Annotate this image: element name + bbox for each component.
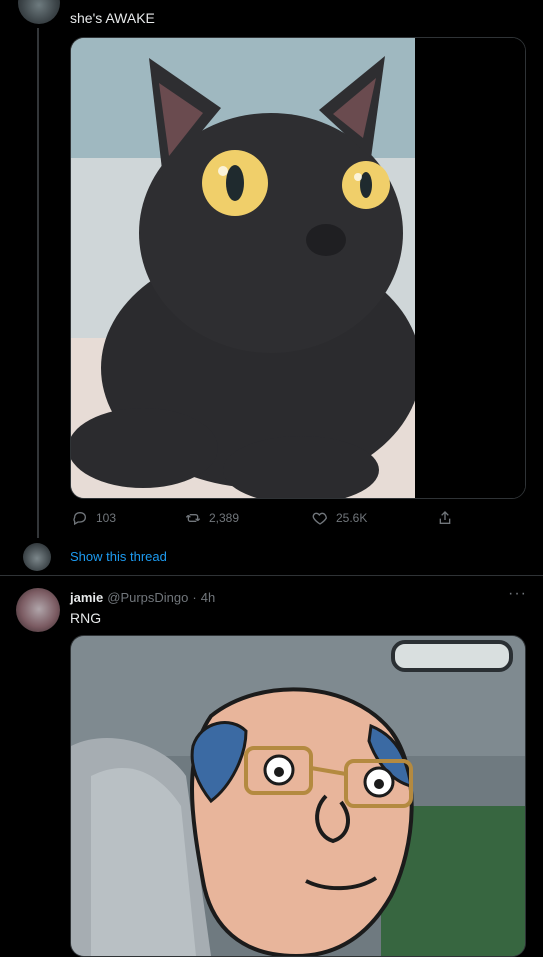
cat-image (71, 38, 525, 498)
like-count: 25.6K (336, 511, 368, 525)
display-name[interactable]: jamie (70, 590, 103, 605)
anime-image (71, 636, 525, 956)
reply-icon (73, 511, 87, 526)
thread-avatar[interactable] (23, 543, 51, 571)
tweet-divider (0, 575, 543, 576)
reply-count: 103 (96, 511, 117, 525)
share-icon (439, 511, 451, 524)
thread-line (37, 28, 39, 538)
tweet2-media[interactable] (70, 635, 526, 957)
tweet1-text: she's AWAKE (70, 10, 155, 26)
reply-action[interactable]: 103 (72, 510, 116, 526)
retweet-action[interactable]: 2,389 (185, 510, 239, 526)
tweet2-header: jamie @PurpsDingo · 4h (70, 590, 215, 605)
tweet1-media[interactable] (70, 37, 526, 499)
like-icon (312, 512, 328, 525)
share-action[interactable] (437, 510, 453, 526)
show-thread-link[interactable]: Show this thread (70, 549, 167, 564)
retweet-count: 2,389 (209, 511, 240, 525)
handle[interactable]: @PurpsDingo (107, 590, 188, 605)
retweet-icon (185, 514, 201, 522)
separator: · (192, 590, 197, 605)
tweet1-avatar[interactable] (18, 0, 60, 24)
timestamp[interactable]: 4h (201, 590, 215, 605)
tweet2-text: RNG (70, 610, 102, 626)
tweet2-avatar[interactable] (16, 588, 60, 632)
more-button[interactable]: ··· (508, 585, 527, 603)
like-action[interactable]: 25.6K (312, 510, 367, 526)
